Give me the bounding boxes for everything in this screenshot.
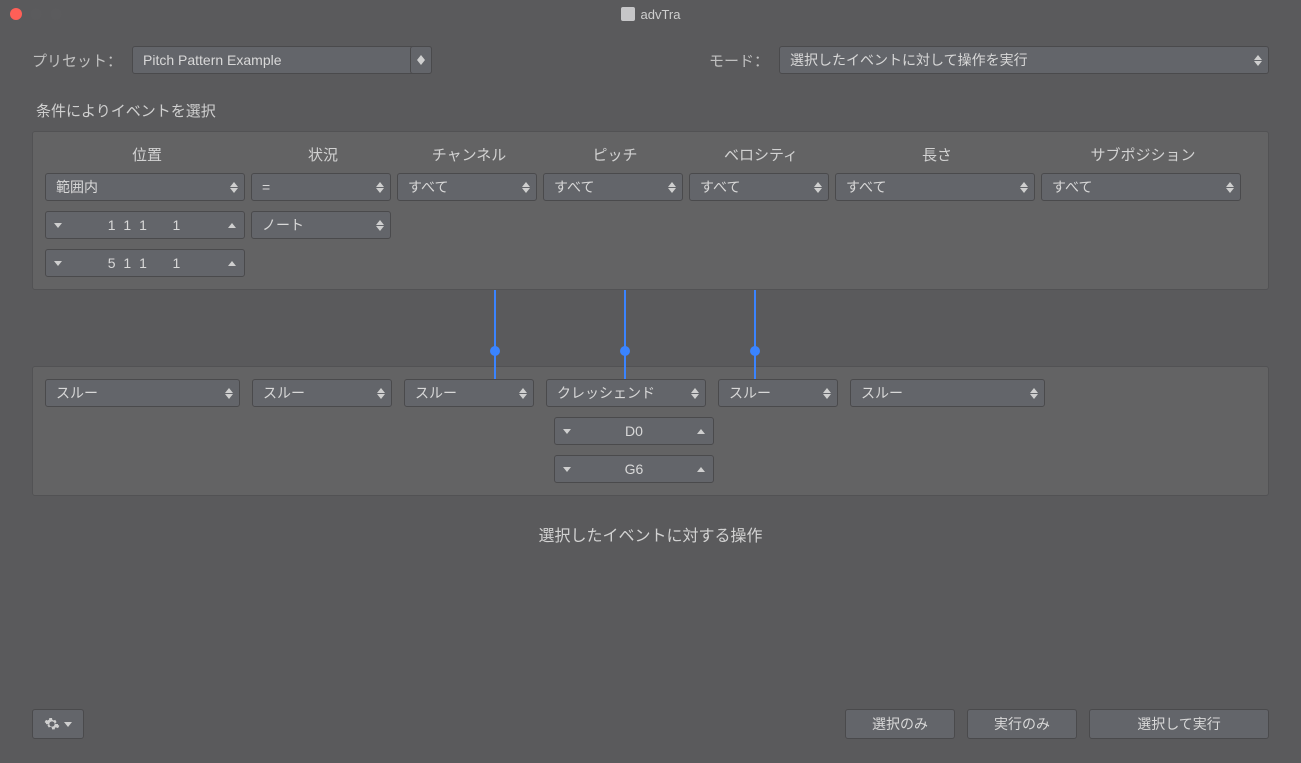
close-window-button[interactable] <box>10 8 22 20</box>
chevron-up-icon <box>1254 55 1262 60</box>
mode-value: 選択したイベントに対して操作を実行 <box>790 50 1028 70</box>
chevron-down-icon <box>1254 61 1262 66</box>
preset-stepper[interactable] <box>410 46 432 74</box>
zoom-window-button[interactable] <box>50 8 62 20</box>
op-col6-select[interactable]: スルー <box>850 379 1045 407</box>
header-velocity: ベロシティ <box>691 144 831 165</box>
op-col5-select[interactable]: スルー <box>718 379 838 407</box>
position-from-spinner[interactable]: 1 1 1 1 <box>45 211 245 239</box>
gear-icon <box>44 716 60 732</box>
increment-icon[interactable] <box>220 261 244 266</box>
settings-menu-button[interactable] <box>32 709 84 739</box>
subposition-select[interactable]: すべて <box>1041 173 1241 201</box>
op-col4-select[interactable]: クレッシェンド <box>546 379 706 407</box>
increment-icon[interactable] <box>689 467 713 472</box>
decrement-icon[interactable] <box>46 261 70 266</box>
header-pitch: ピッチ <box>545 144 685 165</box>
header-subposition: サブポジション <box>1043 144 1243 165</box>
decrement-icon[interactable] <box>46 223 70 228</box>
channel-select[interactable]: すべて <box>397 173 537 201</box>
length-select[interactable]: すべて <box>835 173 1035 201</box>
chevron-down-icon <box>417 60 425 65</box>
execute-only-button[interactable]: 実行のみ <box>967 709 1077 739</box>
titlebar: advTra <box>0 0 1301 28</box>
slider-zone <box>32 296 1269 366</box>
preset-value: Pitch Pattern Example <box>143 52 282 68</box>
preset-label: プリセット： <box>32 50 122 71</box>
chevron-down-icon <box>64 722 72 727</box>
top-row: プリセット： Pitch Pattern Example モード： 選択したイベ… <box>32 46 1269 74</box>
select-and-execute-button[interactable]: 選択して実行 <box>1089 709 1269 739</box>
pitch-to-spinner[interactable]: G6 <box>554 455 714 483</box>
pitch-select[interactable]: すべて <box>543 173 683 201</box>
window-controls <box>10 8 62 20</box>
pitch-from-spinner[interactable]: D0 <box>554 417 714 445</box>
footer: 選択のみ 実行のみ 選択して実行 <box>32 709 1269 739</box>
op-col1-select[interactable]: スルー <box>45 379 240 407</box>
increment-icon[interactable] <box>220 223 244 228</box>
slider-handle[interactable] <box>624 290 626 390</box>
header-position: 位置 <box>47 144 247 165</box>
op-col2-select[interactable]: スルー <box>252 379 392 407</box>
slider-handle[interactable] <box>494 290 496 390</box>
decrement-icon[interactable] <box>555 429 579 434</box>
increment-icon[interactable] <box>689 429 713 434</box>
minimize-window-button[interactable] <box>30 8 42 20</box>
position-to-spinner[interactable]: 5 1 1 1 <box>45 249 245 277</box>
mode-label: モード： <box>709 50 769 71</box>
operations-panel: スルー スルー スルー クレッシェンド スルー スルー <box>32 366 1269 496</box>
header-status: 状況 <box>253 144 393 165</box>
conditions-panel: 位置 状況 チャンネル ピッチ ベロシティ 長さ サブポジション 範囲内 = す… <box>32 131 1269 290</box>
header-channel: チャンネル <box>399 144 539 165</box>
conditions-section-title: 条件によりイベントを選択 <box>36 100 1269 121</box>
position-mode-select[interactable]: 範囲内 <box>45 173 245 201</box>
operations-caption: 選択したイベントに対する操作 <box>32 522 1269 546</box>
header-length: 長さ <box>837 144 1037 165</box>
app-icon <box>621 7 635 21</box>
slider-handle[interactable] <box>754 290 756 390</box>
status-type-select[interactable]: ノート <box>251 211 391 239</box>
window-title: advTra <box>641 7 681 22</box>
decrement-icon[interactable] <box>555 467 579 472</box>
status-op-select[interactable]: = <box>251 173 391 201</box>
select-only-button[interactable]: 選択のみ <box>845 709 955 739</box>
velocity-select[interactable]: すべて <box>689 173 829 201</box>
op-col3-select[interactable]: スルー <box>404 379 534 407</box>
mode-select[interactable]: 選択したイベントに対して操作を実行 <box>779 46 1269 74</box>
preset-select[interactable]: Pitch Pattern Example <box>132 46 432 74</box>
